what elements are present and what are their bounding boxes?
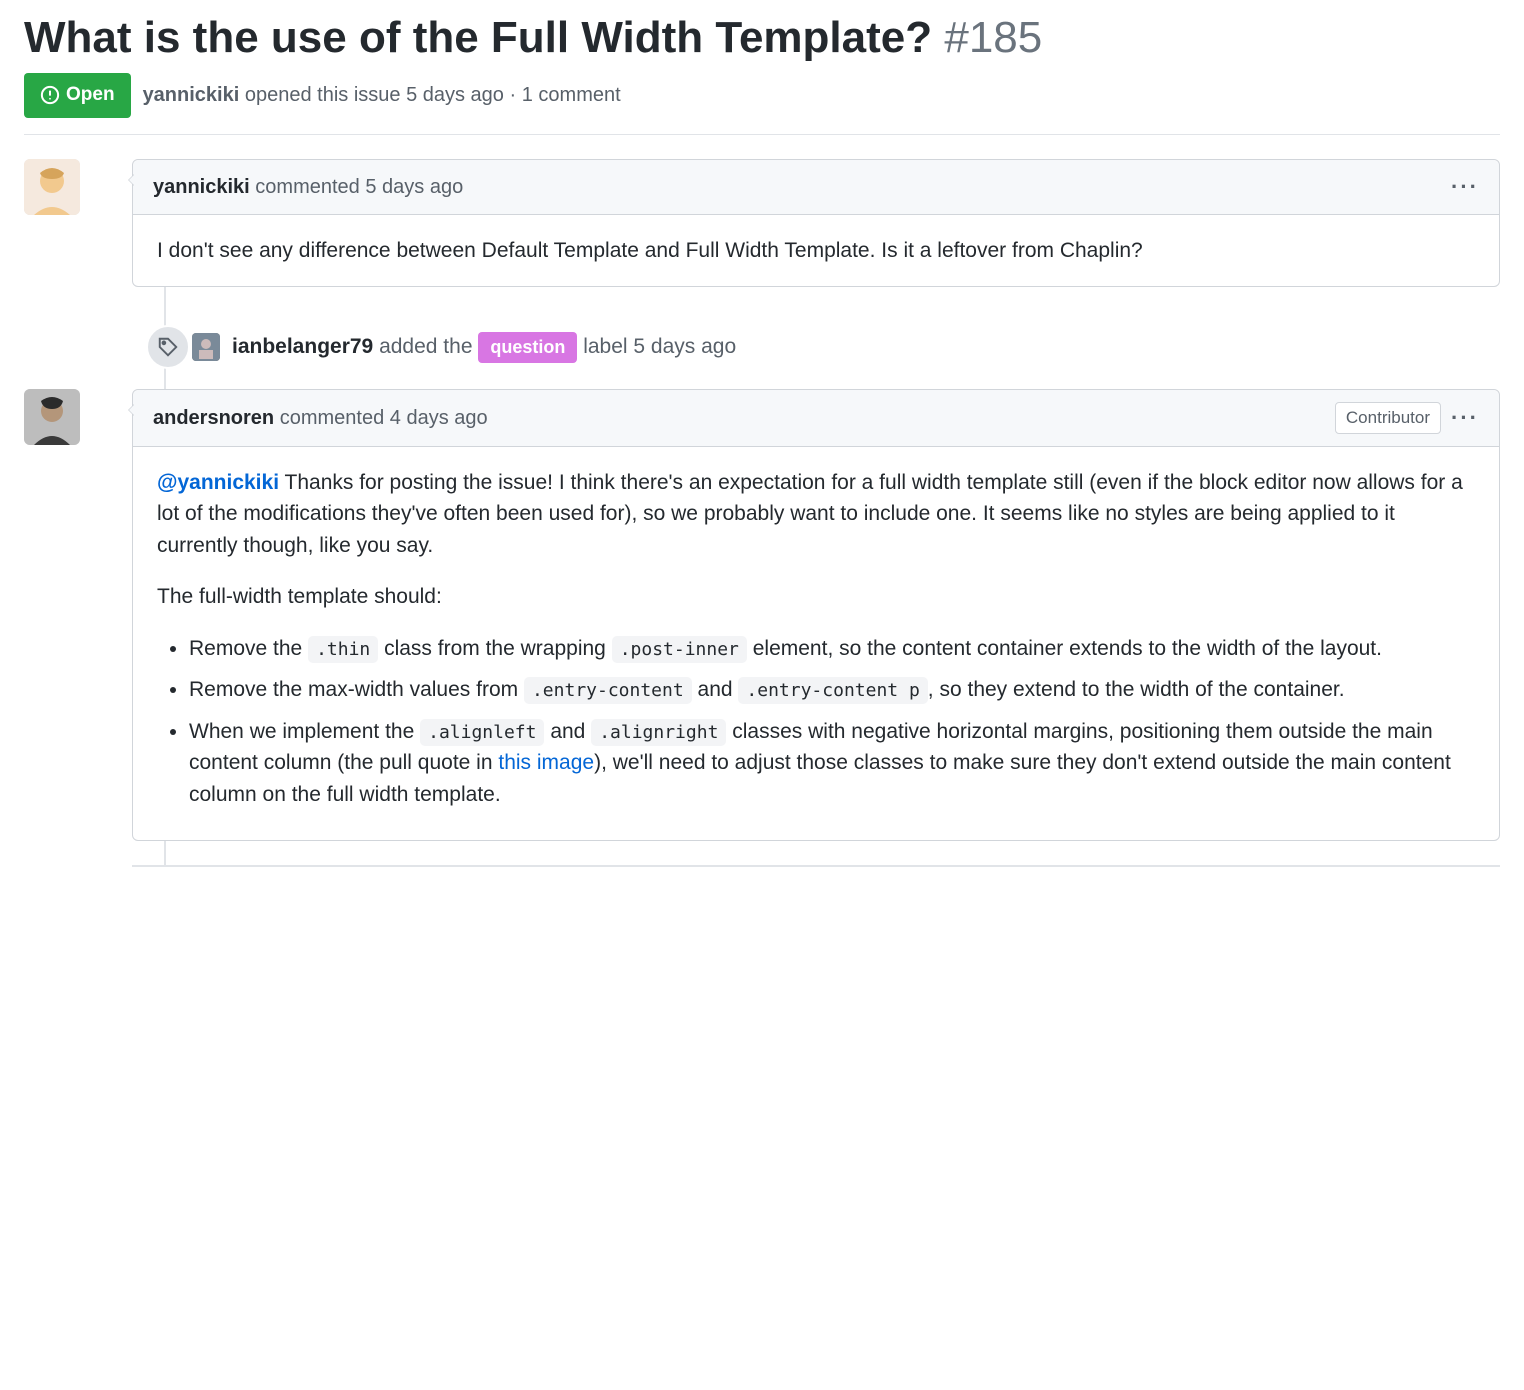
list-item: When we implement the .alignleft and .al… (189, 716, 1475, 811)
comment-item: andersnoren commented 4 days ago Contrib… (132, 389, 1500, 841)
kebab-icon[interactable]: ··· (1451, 407, 1479, 429)
issue-header: What is the use of the Full Width Templa… (24, 0, 1500, 73)
opened-text: opened this issue (245, 84, 401, 106)
tag-icon (146, 325, 190, 369)
list-item: Remove the max-width values from .entry-… (189, 674, 1475, 706)
comment-header: andersnoren commented 4 days ago Contrib… (133, 390, 1499, 447)
list-item: Remove the .thin class from the wrapping… (189, 633, 1475, 665)
role-badge: Contributor (1335, 402, 1441, 434)
comment-author-link[interactable]: andersnoren (153, 407, 274, 429)
comment-timestamp[interactable]: 5 days ago (365, 176, 463, 198)
avatar[interactable] (24, 389, 80, 445)
avatar[interactable] (192, 333, 220, 361)
comment-item: yannickiki commented 5 days ago ··· I do… (132, 159, 1500, 288)
state-badge: Open (24, 73, 131, 118)
issue-title: What is the use of the Full Width Templa… (24, 13, 932, 62)
comment-author-link[interactable]: yannickiki (153, 176, 250, 198)
comment-action: commented (280, 407, 385, 429)
discussion-timeline: yannickiki commented 5 days ago ··· I do… (24, 135, 1500, 868)
comment-body: I don't see any difference between Defau… (133, 215, 1499, 287)
timeline-divider (132, 865, 1500, 867)
issue-meta: Open yannickiki opened this issue 5 days… (24, 73, 1500, 135)
event-author-link[interactable]: ianbelanger79 (232, 335, 373, 358)
label-pill[interactable]: question (478, 332, 577, 363)
avatar[interactable] (24, 159, 80, 215)
issue-author-link[interactable]: yannickiki (143, 84, 240, 106)
label-event: ianbelanger79 added the question label 5… (132, 311, 1500, 383)
bullet-list: Remove the .thin class from the wrapping… (157, 633, 1475, 811)
mention-link[interactable]: @yannickiki (157, 471, 279, 494)
comment-body: @yannickiki Thanks for posting the issue… (133, 447, 1499, 841)
comment-timestamp[interactable]: 4 days ago (390, 407, 488, 429)
issue-open-icon (40, 85, 60, 105)
comment-count: 1 comment (522, 84, 621, 106)
inline-link[interactable]: this image (498, 751, 594, 774)
state-text: Open (66, 81, 115, 110)
comment-action: commented (255, 176, 360, 198)
comment-header: yannickiki commented 5 days ago ··· (133, 160, 1499, 215)
issue-number: #185 (944, 13, 1042, 62)
opened-ago: 5 days ago (406, 84, 504, 106)
kebab-icon[interactable]: ··· (1451, 176, 1479, 198)
event-timestamp[interactable]: 5 days ago (633, 335, 736, 358)
